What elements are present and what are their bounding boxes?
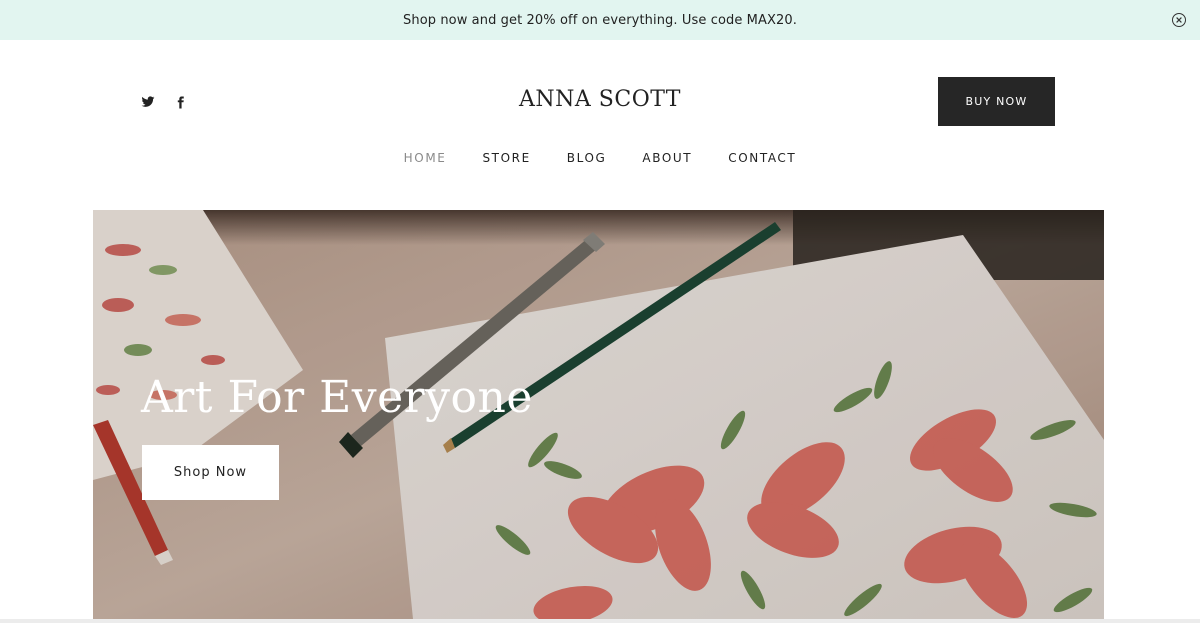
shop-now-button[interactable]: Shop Now [142,445,279,500]
close-icon[interactable] [1172,13,1186,27]
site-header: ANNA SCOTT BUY NOW HOME STORE BLOG ABOUT… [0,40,1200,210]
nav-item-store[interactable]: STORE [482,151,530,165]
scrollbar-track [0,619,1200,623]
promo-text: Shop now and get 20% off on everything. … [403,12,797,28]
nav-item-blog[interactable]: BLOG [567,151,607,165]
main-nav: HOME STORE BLOG ABOUT CONTACT [0,151,1200,165]
promo-bar: Shop now and get 20% off on everything. … [0,0,1200,40]
hero-title: Art For Everyone [141,372,533,423]
nav-item-about[interactable]: ABOUT [642,151,692,165]
buy-now-button[interactable]: BUY NOW [938,77,1055,126]
nav-item-contact[interactable]: CONTACT [728,151,796,165]
hero-banner: Art For Everyone Shop Now [93,210,1104,619]
nav-item-home[interactable]: HOME [404,151,447,165]
